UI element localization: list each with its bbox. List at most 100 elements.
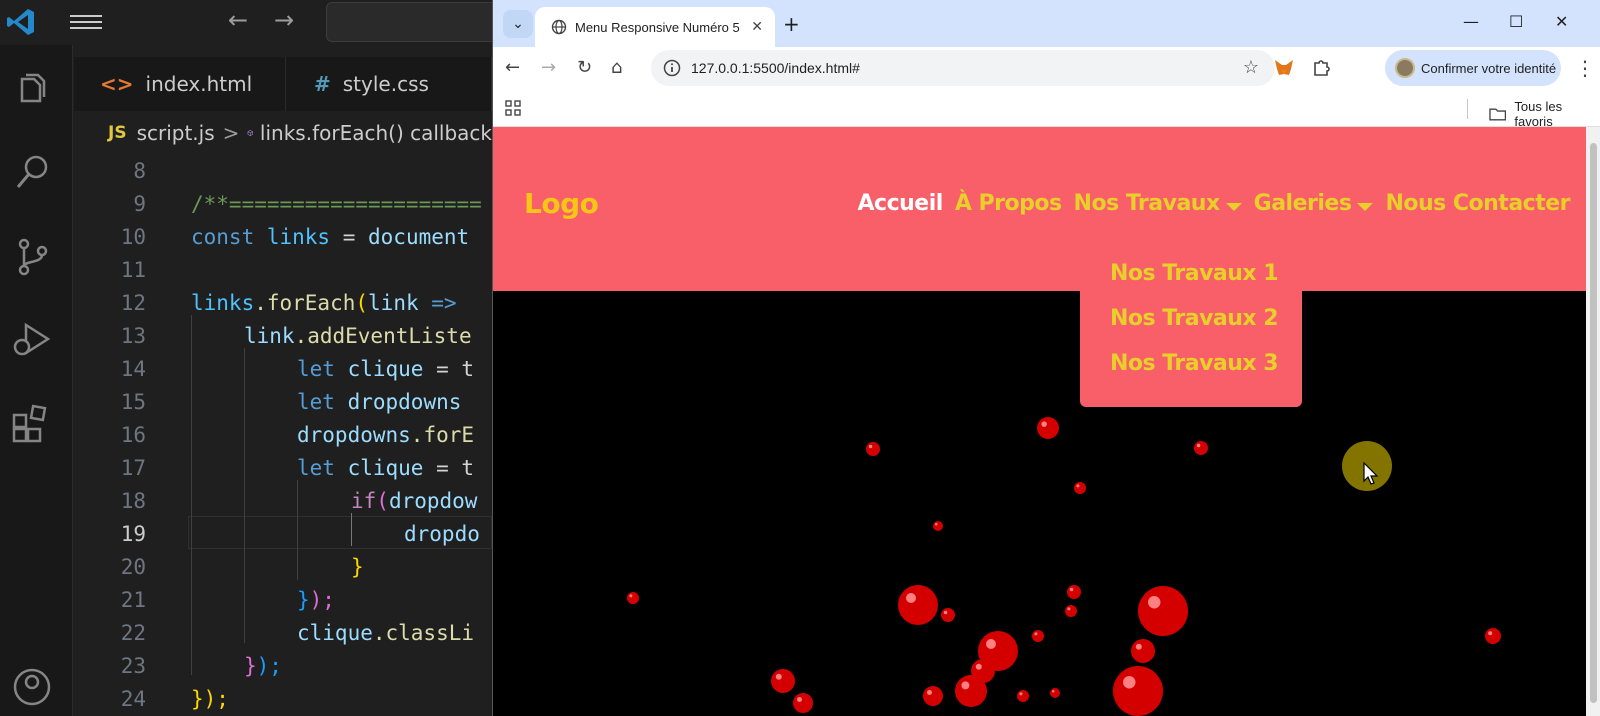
scrollbar-thumb[interactable] bbox=[1590, 143, 1597, 703]
droplet-highlight bbox=[961, 681, 970, 690]
nav-link-2[interactable]: Nos Travaux bbox=[1074, 191, 1242, 216]
droplet bbox=[898, 585, 938, 625]
profile-button[interactable]: Confirmer votre identité bbox=[1385, 50, 1561, 86]
droplet-highlight bbox=[797, 697, 802, 702]
run-debug-icon[interactable] bbox=[10, 317, 54, 361]
address-bar[interactable]: 127.0.0.1:5500/index.html# ☆ bbox=[651, 50, 1275, 86]
site-nav: Accueil À Propos Nos Travaux Galeries Nous C… bbox=[846, 191, 1571, 216]
close-window-icon[interactable]: ✕ bbox=[1555, 12, 1568, 31]
droplet-highlight bbox=[943, 610, 948, 615]
tab-title: Menu Responsive Numéro 5 bbox=[575, 19, 740, 35]
nav-link-label: Nous Contacter bbox=[1385, 191, 1570, 216]
droplet bbox=[1037, 417, 1059, 439]
all-bookmarks-label: Tous les favoris bbox=[1514, 99, 1563, 129]
extensions-puzzle-icon[interactable] bbox=[1311, 57, 1333, 79]
code-line-13: link.addEventListe bbox=[244, 324, 472, 348]
explorer-icon[interactable] bbox=[10, 69, 54, 113]
site-info-icon[interactable] bbox=[663, 59, 681, 77]
indent-guide bbox=[191, 315, 192, 675]
browser-toolbar: ← → ↻ ⌂ 127.0.0.1:5500/index.html# ☆ Con… bbox=[493, 47, 1600, 91]
code-editor[interactable]: 8 9 10 11 12 13 14 15 16 17 18 19 20 21 22 23 24 /**====… bbox=[74, 155, 492, 716]
browser-window: ⌄ Menu Responsive Numéro 5 ✕ + — ☐ ✕ ← →… bbox=[492, 0, 1600, 716]
more-menu-icon[interactable]: ⋮ bbox=[1575, 56, 1595, 80]
line-number: 8 bbox=[133, 159, 146, 183]
indent-guide bbox=[351, 513, 352, 546]
minimize-icon[interactable]: — bbox=[1463, 12, 1479, 31]
droplet bbox=[1485, 628, 1501, 644]
droplet-highlight bbox=[1019, 692, 1023, 696]
bookmark-star-icon[interactable]: ☆ bbox=[1243, 57, 1259, 78]
dropdown-item-1[interactable]: Nos Travaux 1 bbox=[1080, 251, 1302, 296]
line-number: 22 bbox=[120, 621, 146, 645]
nav-link-label: Galeries bbox=[1253, 191, 1352, 216]
dropdown-item-3[interactable]: Nos Travaux 3 bbox=[1080, 341, 1302, 386]
new-tab-button[interactable]: + bbox=[783, 12, 800, 36]
back-icon[interactable]: ← bbox=[505, 57, 520, 78]
nav-link-4[interactable]: Nous Contacter bbox=[1385, 191, 1570, 216]
line-number: 17 bbox=[120, 456, 146, 480]
nav-link-label: Accueil bbox=[857, 191, 944, 216]
command-center-search[interactable] bbox=[326, 2, 506, 42]
tab-label: style.css bbox=[342, 72, 429, 96]
droplet-highlight bbox=[868, 444, 873, 449]
line-number: 21 bbox=[120, 588, 146, 612]
breadcrumb-file[interactable]: script.js bbox=[137, 121, 215, 145]
apps-grid-icon[interactable] bbox=[505, 100, 521, 116]
droplet bbox=[1074, 482, 1086, 494]
tab-index-html[interactable]: <> index.html bbox=[74, 57, 286, 111]
hamburger-menu-icon[interactable] bbox=[70, 11, 102, 33]
mouse-cursor-icon bbox=[1363, 462, 1379, 485]
css-file-icon: # bbox=[314, 72, 331, 96]
forward-arrow-icon[interactable]: → bbox=[274, 8, 294, 32]
line-number: 19 bbox=[120, 522, 146, 546]
source-control-icon[interactable] bbox=[10, 235, 54, 279]
tab-strip: ⌄ Menu Responsive Numéro 5 ✕ + — ☐ ✕ bbox=[493, 0, 1600, 47]
profile-label: Confirmer votre identité bbox=[1421, 60, 1557, 76]
reload-icon[interactable]: ↻ bbox=[577, 57, 592, 78]
droplet-highlight bbox=[927, 690, 932, 695]
droplet-highlight bbox=[975, 663, 982, 670]
nav-link-1[interactable]: À Propos bbox=[955, 191, 1062, 216]
droplet-highlight bbox=[1488, 631, 1493, 636]
nav-link-3[interactable]: Galeries bbox=[1254, 191, 1374, 216]
all-bookmarks-button[interactable]: Tous les favoris bbox=[1489, 99, 1600, 129]
tab-search-button[interactable]: ⌄ bbox=[503, 10, 533, 38]
dropdown-item-2[interactable]: Nos Travaux 2 bbox=[1080, 296, 1302, 341]
forward-icon[interactable]: → bbox=[541, 57, 556, 78]
account-icon[interactable] bbox=[10, 665, 54, 709]
nav-link-0[interactable]: Accueil bbox=[857, 191, 944, 216]
browser-tab[interactable]: Menu Responsive Numéro 5 ✕ bbox=[535, 7, 775, 47]
editor-tabs: <> index.html # style.css bbox=[74, 57, 492, 111]
breadcrumb-symbol[interactable]: links.forEach() callback bbox=[260, 121, 492, 145]
site-header: Logo Accueil À Propos Nos Travaux Galeries N… bbox=[493, 127, 1586, 291]
droplet-highlight bbox=[1135, 643, 1142, 650]
droplet-highlight bbox=[1148, 596, 1161, 609]
droplet bbox=[866, 442, 880, 456]
vscode-titlebar: ← → bbox=[0, 0, 506, 45]
line-number: 12 bbox=[120, 291, 146, 315]
site-logo[interactable]: Logo bbox=[524, 187, 599, 220]
line-number: 13 bbox=[120, 324, 146, 348]
droplet bbox=[1065, 605, 1077, 617]
page-scrollbar[interactable] bbox=[1586, 127, 1600, 716]
metamask-fox-icon[interactable] bbox=[1273, 57, 1295, 79]
droplet bbox=[771, 669, 795, 693]
code-line-16: dropdowns.forE bbox=[297, 423, 475, 447]
droplet bbox=[1067, 585, 1081, 599]
maximize-icon[interactable]: ☐ bbox=[1509, 12, 1523, 31]
droplet-highlight bbox=[906, 593, 916, 603]
line-number: 14 bbox=[120, 357, 146, 381]
nos-travaux-dropdown: Nos Travaux 1 Nos Travaux 2 Nos Travaux 3 bbox=[1080, 229, 1302, 407]
droplet-highlight bbox=[1123, 676, 1136, 689]
tab-style-css[interactable]: # style.css bbox=[286, 57, 492, 111]
back-arrow-icon[interactable]: ← bbox=[228, 8, 248, 32]
line-number: 9 bbox=[133, 192, 146, 216]
code-line-21: }); bbox=[297, 588, 335, 612]
extensions-icon[interactable] bbox=[10, 401, 54, 445]
code-line-10: const links = document bbox=[191, 225, 470, 249]
home-icon[interactable]: ⌂ bbox=[611, 57, 622, 78]
droplet-highlight bbox=[1196, 443, 1201, 448]
close-tab-icon[interactable]: ✕ bbox=[751, 18, 763, 35]
droplet-highlight bbox=[986, 639, 996, 649]
search-icon[interactable] bbox=[10, 151, 54, 195]
